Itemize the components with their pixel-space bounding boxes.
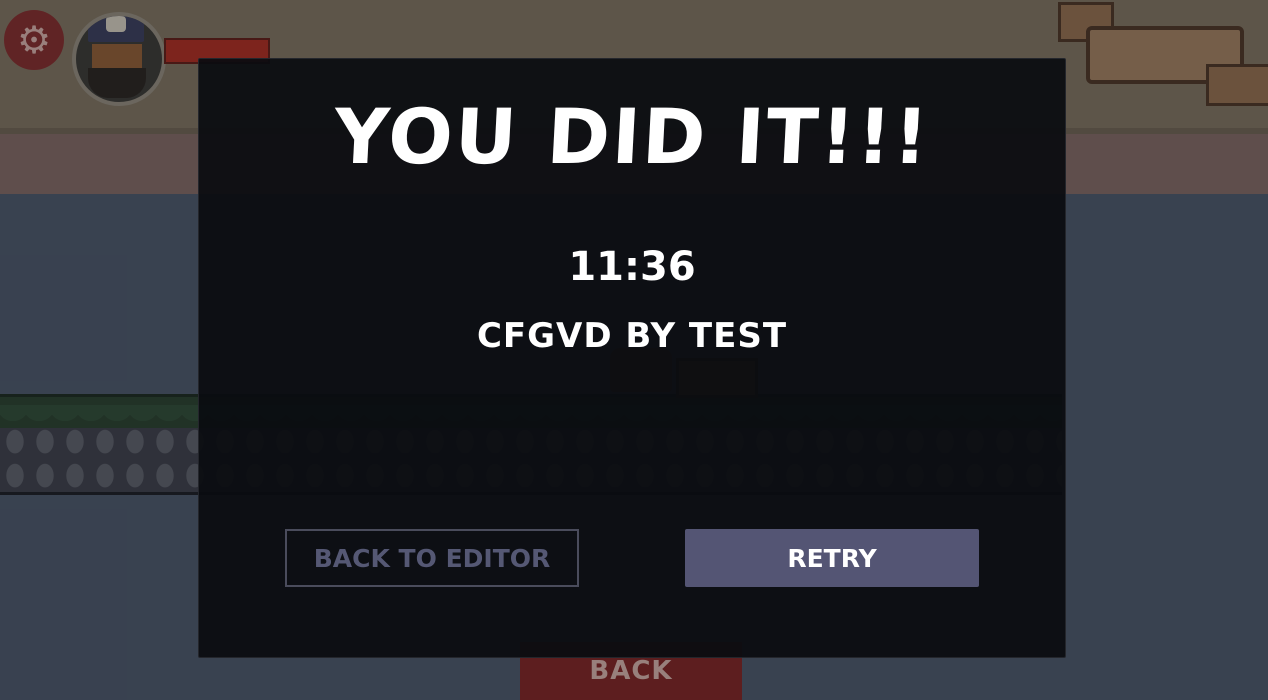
retry-button[interactable]: RETRY bbox=[685, 529, 979, 587]
back-to-editor-button[interactable]: BACK TO EDITOR bbox=[285, 529, 579, 587]
dialog-title: YOU DID IT!!! bbox=[331, 92, 933, 181]
level-credit: CFGVD BY TEST bbox=[476, 316, 788, 356]
level-complete-dialog: YOU DID IT!!! 11:36 CFGVD BY TEST BACK T… bbox=[198, 58, 1066, 658]
completion-time: 11:36 bbox=[568, 244, 696, 290]
